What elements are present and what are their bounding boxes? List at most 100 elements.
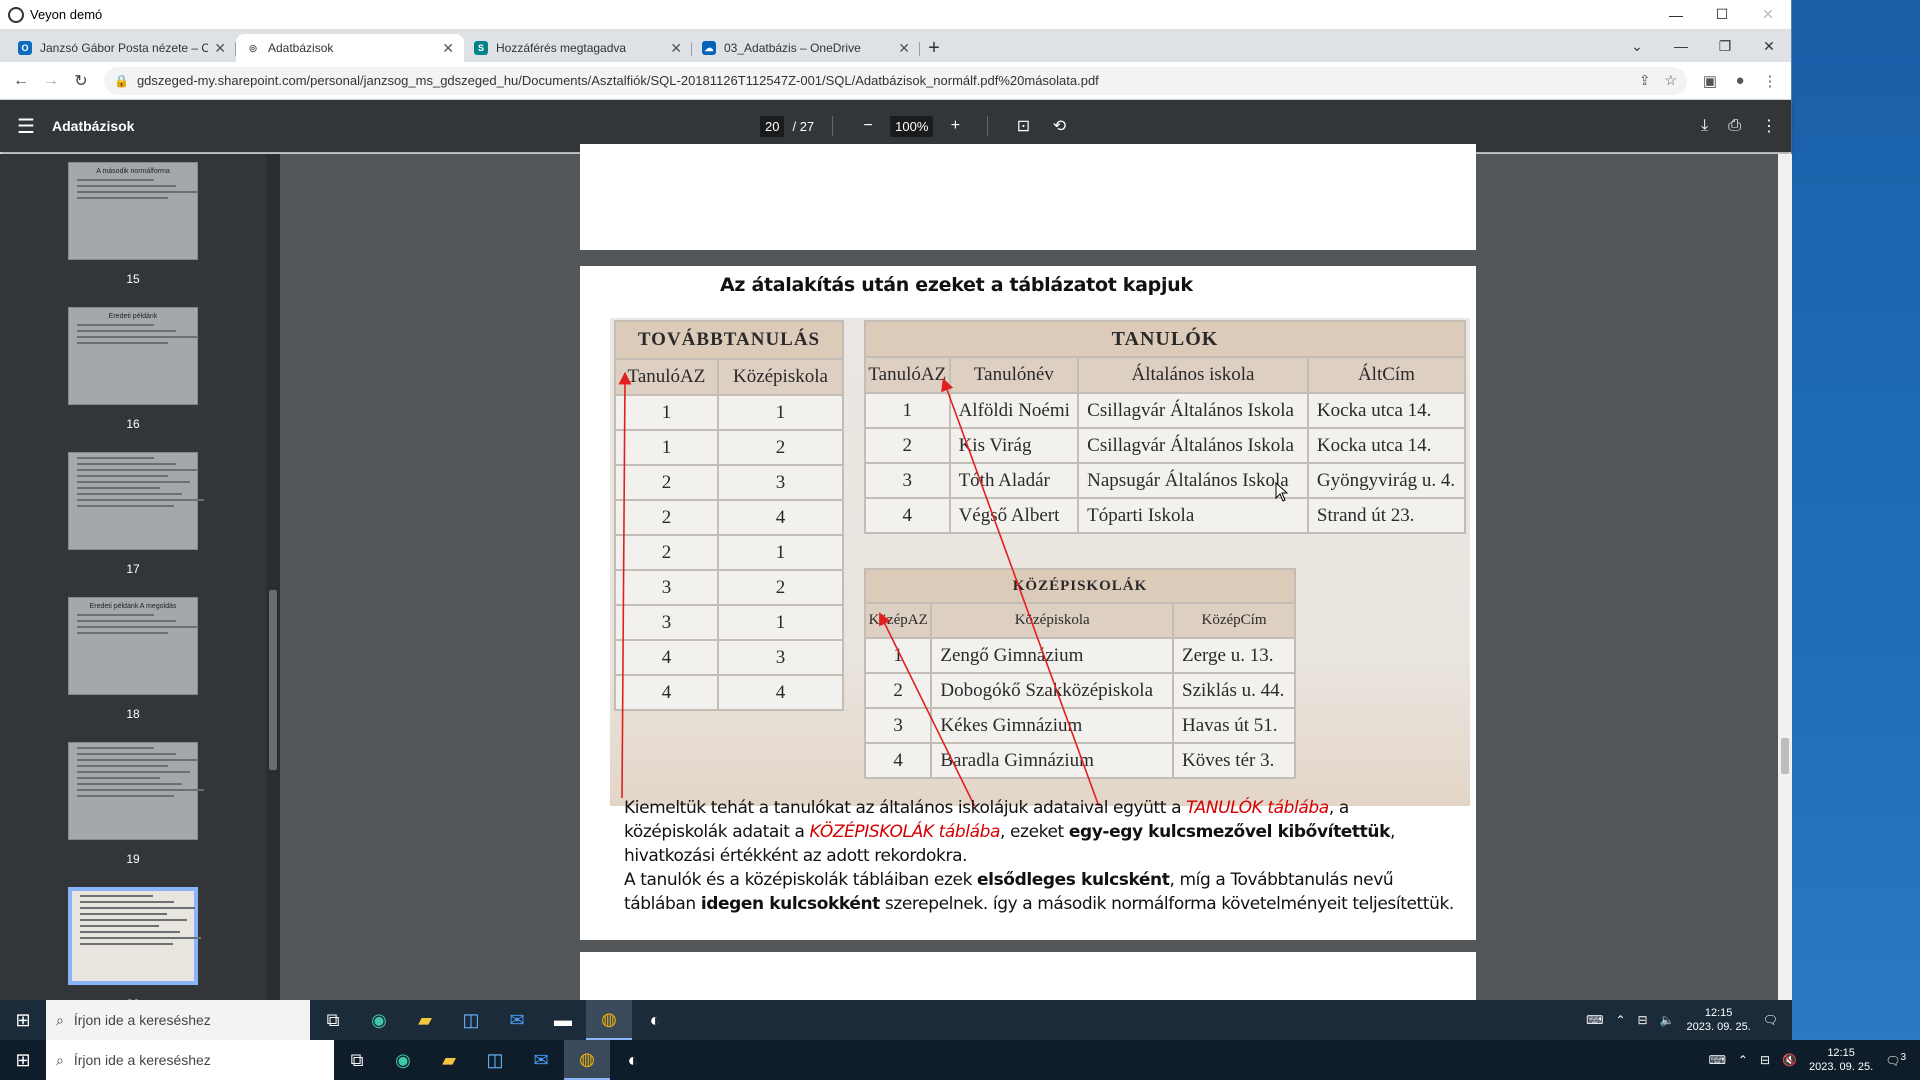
page-thumbnail-15[interactable]: A második normálforma xyxy=(68,162,198,260)
profile-icon[interactable]: ● xyxy=(1725,72,1755,89)
tab-1[interactable]: O Janzsó Gábor Posta nézete – Ou ✕ xyxy=(8,34,236,62)
explanation-paragraph: Kiemeltük tehát a tanulókat az általános… xyxy=(624,796,1454,916)
close-tab-icon[interactable]: ✕ xyxy=(442,40,454,57)
tab-3[interactable]: S Hozzáférés megtagadva ✕ xyxy=(464,34,692,62)
url-text[interactable]: gdszeged-my.sharepoint.com/personal/janz… xyxy=(137,73,1625,88)
address-bar[interactable]: 🔒 gdszeged-my.sharepoint.com/personal/ja… xyxy=(104,66,1687,95)
remote-date: 2023. 09. 25. xyxy=(1686,1021,1751,1033)
main-scrollbar[interactable] xyxy=(1778,154,1792,1000)
minimize-button[interactable]: — xyxy=(1653,0,1699,30)
thumbnail-sidebar: A második normálforma 15 Eredeti példánk 16… xyxy=(0,154,280,1000)
column-header: Középiskola xyxy=(716,358,845,396)
share-icon[interactable]: ⇪ xyxy=(1639,72,1651,89)
file-explorer-icon[interactable]: ▰ xyxy=(402,1000,448,1040)
close-button[interactable]: ✕ xyxy=(1745,0,1791,30)
zoom-out-icon[interactable]: − xyxy=(854,117,882,135)
zoom-in-icon[interactable]: + xyxy=(941,117,969,135)
mute-icon[interactable]: 🔇 xyxy=(1782,1053,1797,1067)
bookmark-star-icon[interactable]: ☆ xyxy=(1664,72,1677,89)
table-cell: 3 xyxy=(864,462,951,499)
keyboard-icon[interactable]: ⌨ xyxy=(1709,1053,1726,1067)
windows-start-icon[interactable]: ⊞ xyxy=(0,1000,46,1040)
table-cell: Csillagvár Általános Iskola xyxy=(1077,392,1309,429)
tab-label: 03_Adatbázis – OneDrive xyxy=(724,41,861,55)
back-icon[interactable]: ← xyxy=(6,66,36,96)
remote-clock[interactable]: 12:15 2023. 09. 25. xyxy=(1687,1006,1751,1034)
chrome-minimize-icon[interactable]: — xyxy=(1659,30,1703,62)
page-thumbnail-18[interactable]: Eredeti példánk A megoldás xyxy=(68,597,198,695)
close-tab-icon[interactable]: ✕ xyxy=(214,40,226,57)
page-thumbnail-19[interactable] xyxy=(68,742,204,840)
print-icon[interactable]: ⎙ xyxy=(1728,117,1741,135)
task-view-icon[interactable]: ⧉ xyxy=(334,1040,380,1080)
tab-search-icon[interactable]: ⌄ xyxy=(1615,30,1659,62)
table-cell: 2 xyxy=(716,569,845,606)
tanulok-table: TANULÓK TanulóAZ Tanulónév Általános iskola… xyxy=(864,320,1467,534)
network-icon[interactable]: ⊟ xyxy=(1638,1013,1648,1027)
chrome-icon[interactable]: ◍ xyxy=(586,1000,632,1040)
para-text: Kiemeltük tehát a tanulókat az általános… xyxy=(624,798,1187,818)
chrome-restore-icon[interactable]: ❐ xyxy=(1703,30,1747,62)
page-thumbnail-17[interactable] xyxy=(68,452,204,550)
more-options-icon[interactable]: ⋮ xyxy=(1761,116,1777,136)
kebab-menu-icon[interactable]: ⋮ xyxy=(1755,72,1785,90)
forward-icon[interactable]: → xyxy=(36,66,66,96)
close-tab-icon[interactable]: ✕ xyxy=(898,40,910,57)
tray-chevron-icon[interactable]: ⌃ xyxy=(1615,1013,1625,1027)
task-view-icon[interactable]: ⧉ xyxy=(310,1000,356,1040)
para-text: szerepelnek. így a második normálforma k… xyxy=(879,894,1454,914)
hamburger-menu-icon[interactable]: ☰ xyxy=(0,114,52,139)
side-panel-icon[interactable]: ▣ xyxy=(1695,72,1725,90)
close-tab-icon[interactable]: ✕ xyxy=(670,40,682,57)
reload-icon[interactable]: ↻ xyxy=(66,66,96,96)
store-icon[interactable]: ◫ xyxy=(448,1000,494,1040)
network-icon[interactable]: ⊟ xyxy=(1760,1053,1770,1067)
rotate-icon[interactable]: ⟲ xyxy=(1045,116,1073,136)
table-cell: Dobogókő Szakközépiskola xyxy=(930,672,1174,709)
volume-icon[interactable]: 🔈 xyxy=(1660,1013,1675,1027)
notifications-icon[interactable]: 🗨3 xyxy=(1885,1052,1906,1068)
sidebar-scrollbar[interactable] xyxy=(266,154,280,1000)
store-icon[interactable]: ◫ xyxy=(472,1040,518,1080)
page-thumbnail-16[interactable]: Eredeti példánk xyxy=(68,307,198,405)
chrome-icon[interactable]: ◍ xyxy=(564,1040,610,1080)
local-search-box[interactable]: ⌕ Írjon ide a kereséshez xyxy=(46,1040,334,1080)
table-cell: 3 xyxy=(614,569,719,606)
chrome-close-icon[interactable]: ✕ xyxy=(1747,30,1791,62)
page-number-input[interactable]: 20 xyxy=(760,115,785,137)
table-cell: Zerge u. 13. xyxy=(1172,637,1296,674)
table-cell: Havas út 51. xyxy=(1172,707,1296,744)
local-clock[interactable]: 12:15 2023. 09. 25. xyxy=(1809,1046,1873,1074)
table-row: 32 xyxy=(614,569,845,606)
remote-search-box[interactable]: ⌕ Írjon ide a kereséshez xyxy=(46,1000,310,1040)
maximize-button[interactable]: ☐ xyxy=(1699,0,1745,30)
veyon-taskbar-icon[interactable]: ◐ xyxy=(632,1000,678,1040)
edge-icon[interactable]: ◉ xyxy=(356,1000,402,1040)
page-thumbnail-20[interactable] xyxy=(68,887,201,985)
table-row: 43 xyxy=(614,639,845,676)
mail-icon[interactable]: ✉ xyxy=(494,1000,540,1040)
zoom-input[interactable]: 100% xyxy=(890,115,934,137)
remote-titlebar: Veyon demó — ☐ ✕ xyxy=(0,0,1791,30)
lock-icon[interactable]: 🔒 xyxy=(114,74,129,88)
edge-icon[interactable]: ◉ xyxy=(380,1040,426,1080)
table-cell: 1 xyxy=(716,604,845,641)
file-explorer-icon[interactable]: ▰ xyxy=(426,1040,472,1080)
new-tab-icon[interactable]: + xyxy=(920,34,948,62)
keyboard-icon[interactable]: ⌨ xyxy=(1586,1013,1603,1027)
notifications-icon[interactable]: 🗨 xyxy=(1763,1013,1778,1027)
tab-4[interactable]: ☁ 03_Adatbázis – OneDrive ✕ xyxy=(692,34,920,62)
tray-chevron-icon[interactable]: ⌃ xyxy=(1738,1053,1748,1067)
windows-start-icon[interactable]: ⊞ xyxy=(0,1040,46,1080)
tab-2[interactable]: ◎ Adatbázisok ✕ xyxy=(236,34,464,62)
veyon-taskbar-icon[interactable]: ◐ xyxy=(610,1040,656,1080)
table-caption: TANULÓK xyxy=(864,320,1466,358)
table-cell: 3 xyxy=(716,639,845,676)
download-icon[interactable]: ⤓ xyxy=(1701,117,1708,135)
page-total: / 27 xyxy=(792,118,815,134)
column-header: ÁltCím xyxy=(1306,356,1467,394)
textbook-photo: TOVÁBBTANULÁS TanulóAZ Középiskola 1 1 1 2 2 3 2 4… xyxy=(610,318,1470,806)
mail-icon[interactable]: ✉ xyxy=(518,1040,564,1080)
fit-page-icon[interactable]: ⊡ xyxy=(1009,116,1037,136)
terminal-icon[interactable]: ▬ xyxy=(540,1000,586,1040)
